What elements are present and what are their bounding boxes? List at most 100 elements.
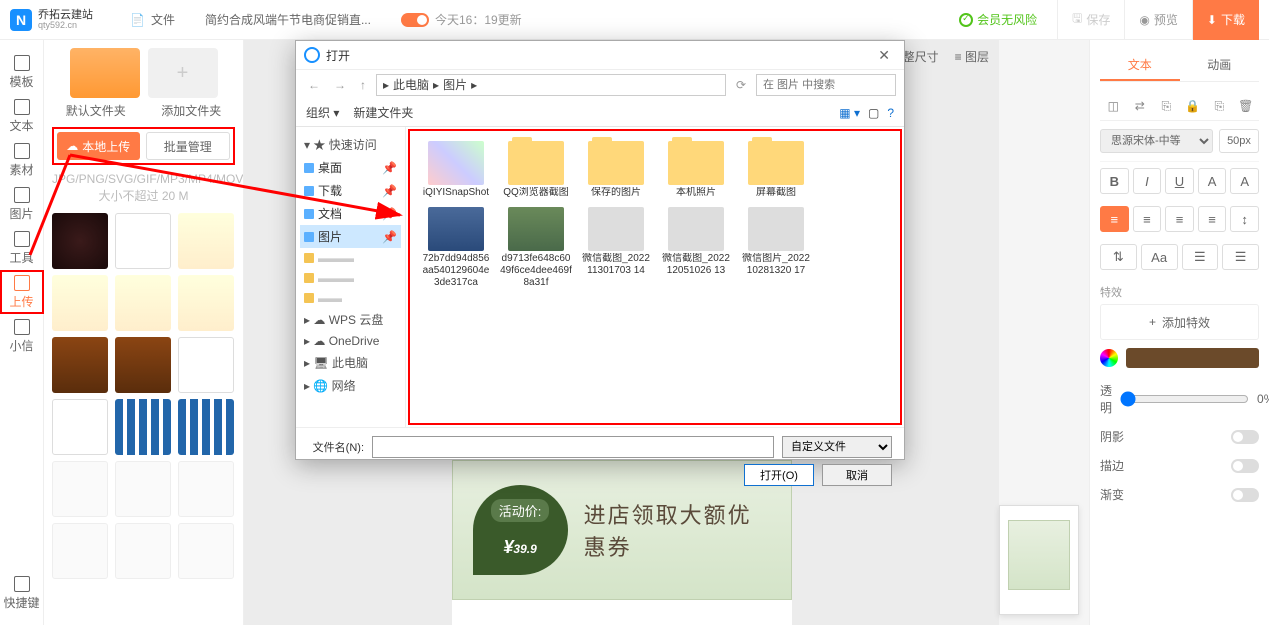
- stroke-toggle[interactable]: [1231, 459, 1259, 473]
- help-button[interactable]: ?: [887, 106, 894, 120]
- case-button[interactable]: Aa: [1141, 244, 1178, 270]
- color-picker-icon[interactable]: [1100, 349, 1118, 367]
- asset-thumb[interactable]: [52, 399, 108, 455]
- delete-icon[interactable]: 🗑: [1238, 98, 1254, 114]
- align-center-button[interactable]: ≡: [1133, 206, 1162, 232]
- local-upload-button[interactable]: ☁本地上传: [57, 132, 140, 160]
- add-folder[interactable]: +: [148, 48, 218, 98]
- vertical-text-button[interactable]: ⇅: [1100, 244, 1137, 270]
- dialog-titlebar[interactable]: 打开 ✕: [296, 41, 904, 69]
- default-folder[interactable]: [70, 48, 140, 98]
- italic-button[interactable]: I: [1133, 168, 1162, 194]
- opacity-slider[interactable]: [1120, 391, 1249, 407]
- align-icon[interactable]: ⎘: [1158, 98, 1174, 114]
- preview-pane-button[interactable]: ▢: [868, 106, 879, 120]
- gradient-toggle[interactable]: [1231, 488, 1259, 502]
- cancel-button[interactable]: 取消: [822, 464, 892, 486]
- asset-thumb[interactable]: [52, 337, 108, 393]
- list-button[interactable]: ☰: [1182, 244, 1219, 270]
- file-list[interactable]: iQIYISnapShotQQ浏览器截图保存的图片本机照片屏幕截图 72b7dd9…: [408, 129, 902, 425]
- download-button[interactable]: ⬇下载: [1192, 0, 1259, 40]
- strike-button[interactable]: A: [1198, 168, 1227, 194]
- asset-thumb[interactable]: [115, 213, 171, 269]
- forward-button[interactable]: →: [330, 78, 350, 92]
- mini-preview[interactable]: [999, 505, 1079, 615]
- font-select[interactable]: 思源宋体-中等: [1100, 129, 1213, 153]
- back-button[interactable]: ←: [304, 78, 324, 92]
- asset-thumb[interactable]: [115, 275, 171, 331]
- organize-menu[interactable]: 组织 ▾: [306, 104, 339, 121]
- asset-thumb[interactable]: [52, 461, 108, 517]
- search-input[interactable]: [756, 74, 896, 96]
- tab-text[interactable]: 文本: [1100, 50, 1180, 81]
- asset-thumb[interactable]: [115, 337, 171, 393]
- nav-material[interactable]: 素材: [0, 138, 44, 182]
- switch-icon[interactable]: [401, 13, 429, 27]
- current-color[interactable]: [1126, 348, 1259, 368]
- file-menu[interactable]: 📄 文件: [130, 11, 175, 28]
- font-size-input[interactable]: [1219, 129, 1259, 153]
- sb-desktop[interactable]: 桌面📌: [300, 156, 401, 179]
- file-item[interactable]: iQIYISnapShot: [420, 141, 492, 199]
- asset-thumb[interactable]: [52, 213, 108, 269]
- copy-icon[interactable]: ⎘: [1211, 98, 1227, 114]
- file-item[interactable]: 本机照片: [660, 141, 732, 199]
- sb-quick-access[interactable]: ▾ ★ 快速访问: [300, 133, 401, 156]
- file-item[interactable]: 72b7dd94d856aa540129604e3de317ca: [420, 207, 492, 289]
- file-item[interactable]: QQ浏览器截图: [500, 141, 572, 199]
- tab-animation[interactable]: 动画: [1180, 50, 1260, 81]
- nav-upload[interactable]: 上传: [0, 270, 44, 314]
- sb-pictures[interactable]: 图片📌: [300, 225, 401, 248]
- filename-input[interactable]: [372, 436, 774, 458]
- asset-thumb[interactable]: [115, 399, 171, 455]
- spacing-button[interactable]: ↕: [1230, 206, 1259, 232]
- sb-downloads[interactable]: 下载📌: [300, 179, 401, 202]
- bold-button[interactable]: B: [1100, 168, 1129, 194]
- sb-recent-3[interactable]: ▬▬: [300, 288, 401, 308]
- transparency-icon[interactable]: ◫: [1105, 98, 1121, 114]
- file-item[interactable]: 微信截图_202211301703 14: [580, 207, 652, 289]
- textcolor-button[interactable]: A: [1230, 168, 1259, 194]
- sb-recent-2[interactable]: ▬▬▬: [300, 268, 401, 288]
- batch-manage-button[interactable]: 批量管理: [146, 132, 231, 160]
- sb-thispc[interactable]: ▸ 🖥 此电脑: [300, 351, 401, 374]
- nav-team[interactable]: 小信: [0, 314, 44, 358]
- sb-network[interactable]: ▸ 🌐 网络: [300, 374, 401, 397]
- underline-button[interactable]: U: [1165, 168, 1194, 194]
- flip-icon[interactable]: ⇄: [1132, 98, 1148, 114]
- project-title[interactable]: 简约合成风端午节电商促销直...: [205, 11, 371, 28]
- file-item[interactable]: 微信图片_202210281320 17: [740, 207, 812, 289]
- file-item[interactable]: 保存的图片: [580, 141, 652, 199]
- asset-thumb[interactable]: [52, 275, 108, 331]
- file-item[interactable]: 屏幕截图: [740, 141, 812, 199]
- sb-documents[interactable]: 文档📌: [300, 202, 401, 225]
- view-mode-button[interactable]: ▦ ▾: [839, 106, 860, 120]
- asset-thumb[interactable]: [178, 337, 234, 393]
- asset-thumb[interactable]: [115, 461, 171, 517]
- nav-text[interactable]: 文本: [0, 94, 44, 138]
- nav-template[interactable]: 模板: [0, 50, 44, 94]
- nav-tools[interactable]: 工具: [0, 226, 44, 270]
- indent-button[interactable]: ☰: [1222, 244, 1259, 270]
- autosave-toggle[interactable]: 今天16：19更新: [401, 11, 522, 28]
- layers-button[interactable]: ≡ 图层: [955, 48, 989, 65]
- close-button[interactable]: ✕: [872, 47, 896, 64]
- lock-icon[interactable]: 🔒: [1185, 98, 1201, 114]
- align-justify-button[interactable]: ≡: [1198, 206, 1227, 232]
- filetype-select[interactable]: 自定义文件: [782, 436, 892, 458]
- align-left-button[interactable]: ≡: [1100, 206, 1129, 232]
- asset-thumb[interactable]: [178, 461, 234, 517]
- asset-thumb[interactable]: [178, 275, 234, 331]
- sb-recent-1[interactable]: ▬▬▬: [300, 248, 401, 268]
- nav-image[interactable]: 图片: [0, 182, 44, 226]
- asset-thumb[interactable]: [178, 523, 234, 579]
- sb-onedrive[interactable]: ▸ ☁ OneDrive: [300, 331, 401, 351]
- asset-thumb[interactable]: [115, 523, 171, 579]
- up-button[interactable]: ↑: [356, 78, 370, 92]
- new-folder-button[interactable]: 新建文件夹: [353, 104, 413, 121]
- path-bar[interactable]: ▸此电脑▸图片▸: [376, 74, 726, 96]
- sb-wps[interactable]: ▸ ☁ WPS 云盘: [300, 308, 401, 331]
- align-right-button[interactable]: ≡: [1165, 206, 1194, 232]
- open-button[interactable]: 打开(O): [744, 464, 814, 486]
- file-item[interactable]: d9713fe648c6049f6ce4dee469f8a31f: [500, 207, 572, 289]
